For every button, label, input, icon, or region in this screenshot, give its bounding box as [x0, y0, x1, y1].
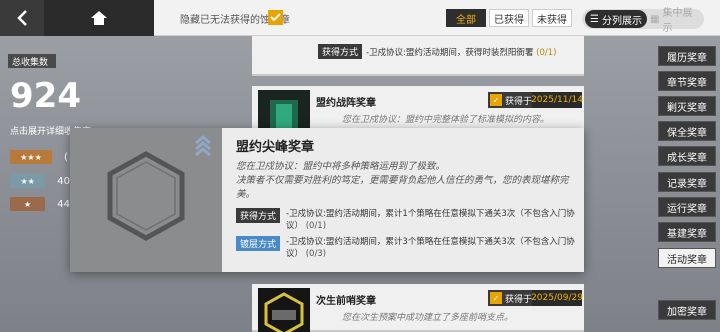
rank-row-2: ★★ 40	[10, 174, 70, 188]
rank-row-1: ★ 44	[10, 197, 70, 211]
grid-icon: ▦	[650, 13, 660, 25]
medal-thumbnail	[258, 288, 310, 332]
rank-value-1: 44	[57, 198, 70, 210]
home-icon	[91, 11, 107, 25]
list-icon: ☰	[590, 13, 599, 25]
method-tag: 获得方式	[318, 44, 363, 59]
medal-icon	[258, 288, 310, 332]
rank-stars-3: ★★★	[10, 150, 52, 164]
medal-card[interactable]: 获得方式 -卫戍协议:盟约活动期间，获得时装烈阳衙署 (0/1)	[252, 36, 584, 76]
obtained-date: 2025/11/14	[531, 92, 583, 108]
rank-value-3: (	[64, 151, 68, 163]
medal-detail-description: 您在卫戍协议：盟约中将多种策略运用到了极致。 决策者不仅需要对胜利的笃定，更需要…	[236, 160, 576, 202]
rank-chevron-icon	[195, 135, 211, 156]
method-text-body: -卫戍协议:盟约活动期间，累计1个策略在任意模拟下通关3次（不包含入门协议）	[286, 209, 575, 231]
sidenav-item-security[interactable]: 保全奖章	[658, 121, 716, 141]
obtained-tag: ✓ 获得于	[488, 290, 532, 306]
collection-label: 总收集数	[8, 54, 56, 68]
sidenav-item-growth[interactable]: 成长奖章	[658, 146, 716, 166]
top-bar: 隐藏已无法获得的蚀刻章 全部 已获得 未获得 ☰ 分列展示 ▦ 集中展示	[0, 0, 720, 36]
sidenav-item-infrastructure[interactable]: 基建奖章	[658, 222, 716, 242]
medal-detail-content: 盟约尖峰奖章 您在卫戍协议：盟约中将多种策略运用到了极致。 决策者不仅需要对胜利…	[222, 128, 584, 272]
medal-preview	[70, 128, 222, 272]
method-count: (0/1)	[305, 221, 327, 231]
sidenav-item-annihilation[interactable]: 剿灭奖章	[658, 96, 716, 116]
method-text: -卫戍协议:盟约活动期间，累计1个策略在任意模拟下通关3次（不包含入门协议） (…	[286, 208, 576, 232]
view-split-button[interactable]: ☰ 分列展示	[585, 10, 647, 28]
method-count: (0/1)	[536, 48, 557, 58]
medal-card[interactable]: 次生前哨奖章 ✓ 获得于 2025/09/29 您在次生预案中成功建立了多座前哨…	[252, 284, 584, 332]
gild-count: (0/3)	[305, 249, 327, 259]
method-tag: 获得方式	[236, 208, 281, 223]
back-arrow-icon	[17, 10, 27, 26]
sidenav-item-encrypted[interactable]: 加密奖章	[658, 300, 716, 320]
rank-row-3: ★★★ (	[10, 150, 70, 164]
method-text: -卫戍协议:盟约活动期间，获得时装烈阳衙署 (0/1)	[366, 46, 556, 58]
medal-title: 盟约战阵奖章	[316, 98, 376, 109]
check-icon: ✓	[490, 94, 502, 106]
check-icon: ✓	[490, 292, 502, 304]
gild-text-body: -卫戍协议:盟约活动期间，累计3个策略在任意模拟下通关3次（不包含入门协议）	[286, 237, 575, 259]
sidenav-item-event[interactable]: 活动奖章	[658, 248, 716, 268]
obtained-label: 获得于	[505, 96, 533, 107]
obtained-label: 获得于	[505, 294, 533, 305]
hide-unobtainable-checkbox[interactable]	[268, 10, 283, 25]
method-text-body: -卫戍协议:盟约活动期间，获得时装烈阳衙署	[366, 48, 534, 58]
rank-value-2: 40	[57, 175, 70, 187]
medal-detail-title: 盟约尖峰奖章	[236, 140, 315, 155]
sidenav-item-operation[interactable]: 运行奖章	[658, 197, 716, 217]
view-split-label: 分列展示	[601, 15, 642, 27]
check-icon	[270, 13, 281, 22]
sidenav-item-record[interactable]: 记录奖章	[658, 172, 716, 192]
medal-detail-popup[interactable]: 盟约尖峰奖章 您在卫戍协议：盟约中将多种策略运用到了极致。 决策者不仅需要对胜利…	[70, 128, 584, 272]
view-group-button[interactable]: ▦ 集中展示	[650, 8, 702, 34]
filter-all-button[interactable]: 全部	[446, 9, 486, 27]
description-line-2: 决策者不仅需要对胜利的笃定，更需要背负起他人信任的勇气，您的表现堪称完美。	[236, 175, 569, 200]
gild-text: -卫戍协议:盟约活动期间，累计3个策略在任意模拟下通关3次（不包含入门协议） (…	[286, 236, 576, 260]
rank-stars-1: ★	[10, 197, 46, 211]
description-line-1: 您在卫戍协议：盟约中将多种策略运用到了极致。	[236, 161, 446, 172]
obtained-date: 2025/09/29	[531, 290, 583, 306]
rank-stars-2: ★★	[10, 174, 46, 188]
medal-title: 次生前哨奖章	[316, 296, 376, 307]
medal-description: 您在卫戍协议：盟约中完整体验了标准模拟的内容。	[342, 115, 550, 125]
back-button[interactable]	[0, 0, 44, 36]
sidenav-item-resume[interactable]: 履历奖章	[658, 46, 716, 66]
sidenav-item-chapter[interactable]: 章节奖章	[658, 71, 716, 91]
collection-count: 924	[10, 76, 81, 116]
obtained-tag: ✓ 获得于	[488, 92, 532, 108]
home-button[interactable]	[44, 0, 154, 36]
gild-tag: 镀层方式	[236, 236, 281, 251]
view-group-label: 集中展示	[662, 8, 693, 34]
filter-unobtained-button[interactable]: 未获得	[532, 9, 572, 27]
medal-description: 您在次生预案中成功建立了多座前哨支点。	[342, 313, 514, 323]
filter-obtained-button[interactable]: 已获得	[489, 9, 529, 27]
